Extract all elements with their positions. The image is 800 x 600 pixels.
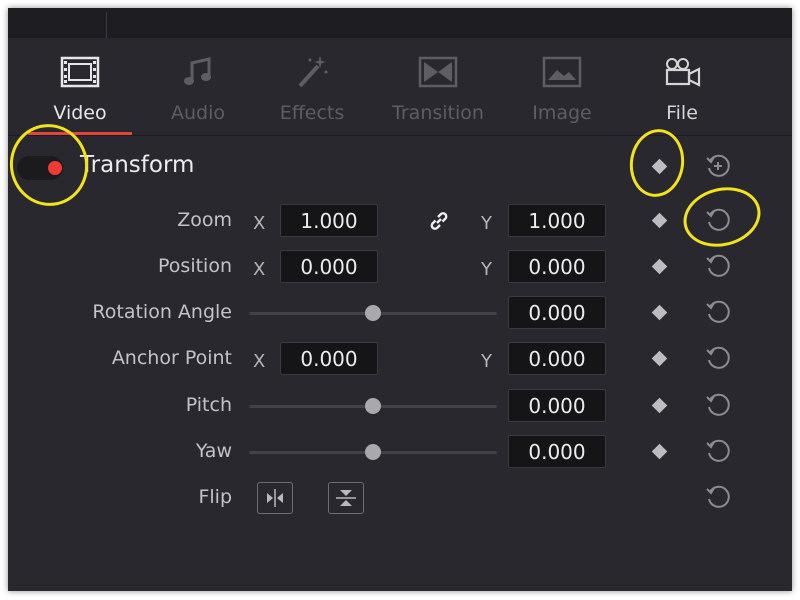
tab-file[interactable]: File <box>640 52 724 142</box>
flip-vertical-icon <box>336 490 356 506</box>
axis-label-y: Y <box>481 351 492 372</box>
add-reset-icon[interactable] <box>705 153 731 179</box>
keyframe-diamond-icon[interactable] <box>651 304 668 321</box>
inspector-tabs: Video Audio Effects Transition Image Fil… <box>8 52 792 142</box>
reset-icon[interactable] <box>705 299 731 325</box>
pitch-label: Pitch <box>185 394 232 416</box>
reset-icon[interactable] <box>705 345 731 371</box>
zoom-row: Zoom X 1.000 Y 1.000 <box>8 201 792 241</box>
axis-label-y: Y <box>481 259 492 280</box>
transform-enable-toggle[interactable] <box>17 156 63 180</box>
tab-transition[interactable]: Transition <box>383 52 493 142</box>
tab-video-label: Video <box>53 102 107 124</box>
tab-video[interactable]: Video <box>38 52 122 142</box>
position-row: Position X 0.000 Y 0.000 <box>8 247 792 287</box>
rotation-angle-field[interactable]: 0.000 <box>508 296 606 329</box>
zoom-y-field[interactable]: 1.000 <box>508 204 606 237</box>
tab-effects[interactable]: Effects <box>270 52 354 142</box>
pitch-slider[interactable] <box>249 398 497 414</box>
tab-audio-label: Audio <box>170 102 225 124</box>
link-icon[interactable] <box>427 209 451 233</box>
camera-icon <box>660 52 704 92</box>
tab-image-label: Image <box>532 102 592 124</box>
rotation-angle-slider[interactable] <box>249 305 497 321</box>
reset-icon[interactable] <box>705 253 731 279</box>
keyframe-diamond-icon[interactable] <box>651 397 668 414</box>
pitch-row: Pitch 0.000 <box>8 386 792 426</box>
position-x-field[interactable]: 0.000 <box>280 250 378 283</box>
image-icon <box>540 52 584 92</box>
tab-audio[interactable]: Audio <box>156 52 240 142</box>
flip-row: Flip <box>8 478 792 518</box>
tabs-divider <box>8 135 792 136</box>
rotation-angle-label: Rotation Angle <box>92 301 232 323</box>
toggle-indicator <box>48 161 62 175</box>
anchor-point-label: Anchor Point <box>111 347 232 369</box>
yaw-slider[interactable] <box>249 444 497 460</box>
flip-horizontal-icon <box>267 489 283 507</box>
reset-icon[interactable] <box>705 484 731 510</box>
axis-label-x: X <box>253 213 266 234</box>
divider <box>106 12 107 38</box>
anchor-y-field[interactable]: 0.000 <box>508 342 606 375</box>
axis-label-x: X <box>253 351 266 372</box>
keyframe-diamond-icon[interactable] <box>651 350 668 367</box>
axis-label-y: Y <box>481 213 492 234</box>
flip-horizontal-button[interactable] <box>257 482 293 514</box>
pitch-field[interactable]: 0.000 <box>508 389 606 422</box>
position-y-field[interactable]: 0.000 <box>508 250 606 283</box>
zoom-label: Zoom <box>177 209 232 231</box>
tab-image[interactable]: Image <box>520 52 604 142</box>
anchor-point-row: Anchor Point X 0.000 Y 0.000 <box>8 339 792 379</box>
screenshot-frame: { "tabs": [ {"label": "Video", "icon": "… <box>0 0 800 600</box>
top-strip <box>8 8 792 38</box>
transition-icon <box>416 52 460 92</box>
yaw-field[interactable]: 0.000 <box>508 435 606 468</box>
rotation-angle-row: Rotation Angle 0.000 <box>8 293 792 333</box>
film-icon <box>58 52 102 92</box>
anchor-x-field[interactable]: 0.000 <box>280 342 378 375</box>
flip-label: Flip <box>198 486 232 508</box>
transform-section-header: Transform <box>8 143 792 191</box>
flip-vertical-button[interactable] <box>328 482 364 514</box>
tab-file-label: File <box>666 102 698 124</box>
keyframe-diamond-icon[interactable] <box>651 158 668 175</box>
tab-transition-label: Transition <box>392 102 484 124</box>
music-note-icon <box>176 52 220 92</box>
inspector-panel: { "tabs": [ {"label": "Video", "icon": "… <box>8 8 792 591</box>
yaw-row: Yaw 0.000 <box>8 432 792 472</box>
magic-wand-icon <box>290 52 334 92</box>
yaw-label: Yaw <box>195 440 232 462</box>
zoom-x-field[interactable]: 1.000 <box>280 204 378 237</box>
section-title: Transform <box>80 152 195 178</box>
slider-handle[interactable] <box>365 305 381 321</box>
keyframe-diamond-icon[interactable] <box>651 258 668 275</box>
slider-handle[interactable] <box>365 444 381 460</box>
keyframe-diamond-icon[interactable] <box>651 443 668 460</box>
reset-icon[interactable] <box>705 207 731 233</box>
reset-icon[interactable] <box>705 438 731 464</box>
tab-effects-label: Effects <box>279 102 345 124</box>
keyframe-diamond-icon[interactable] <box>651 212 668 229</box>
slider-handle[interactable] <box>365 398 381 414</box>
position-label: Position <box>158 255 232 277</box>
axis-label-x: X <box>253 259 266 280</box>
reset-icon[interactable] <box>705 392 731 418</box>
